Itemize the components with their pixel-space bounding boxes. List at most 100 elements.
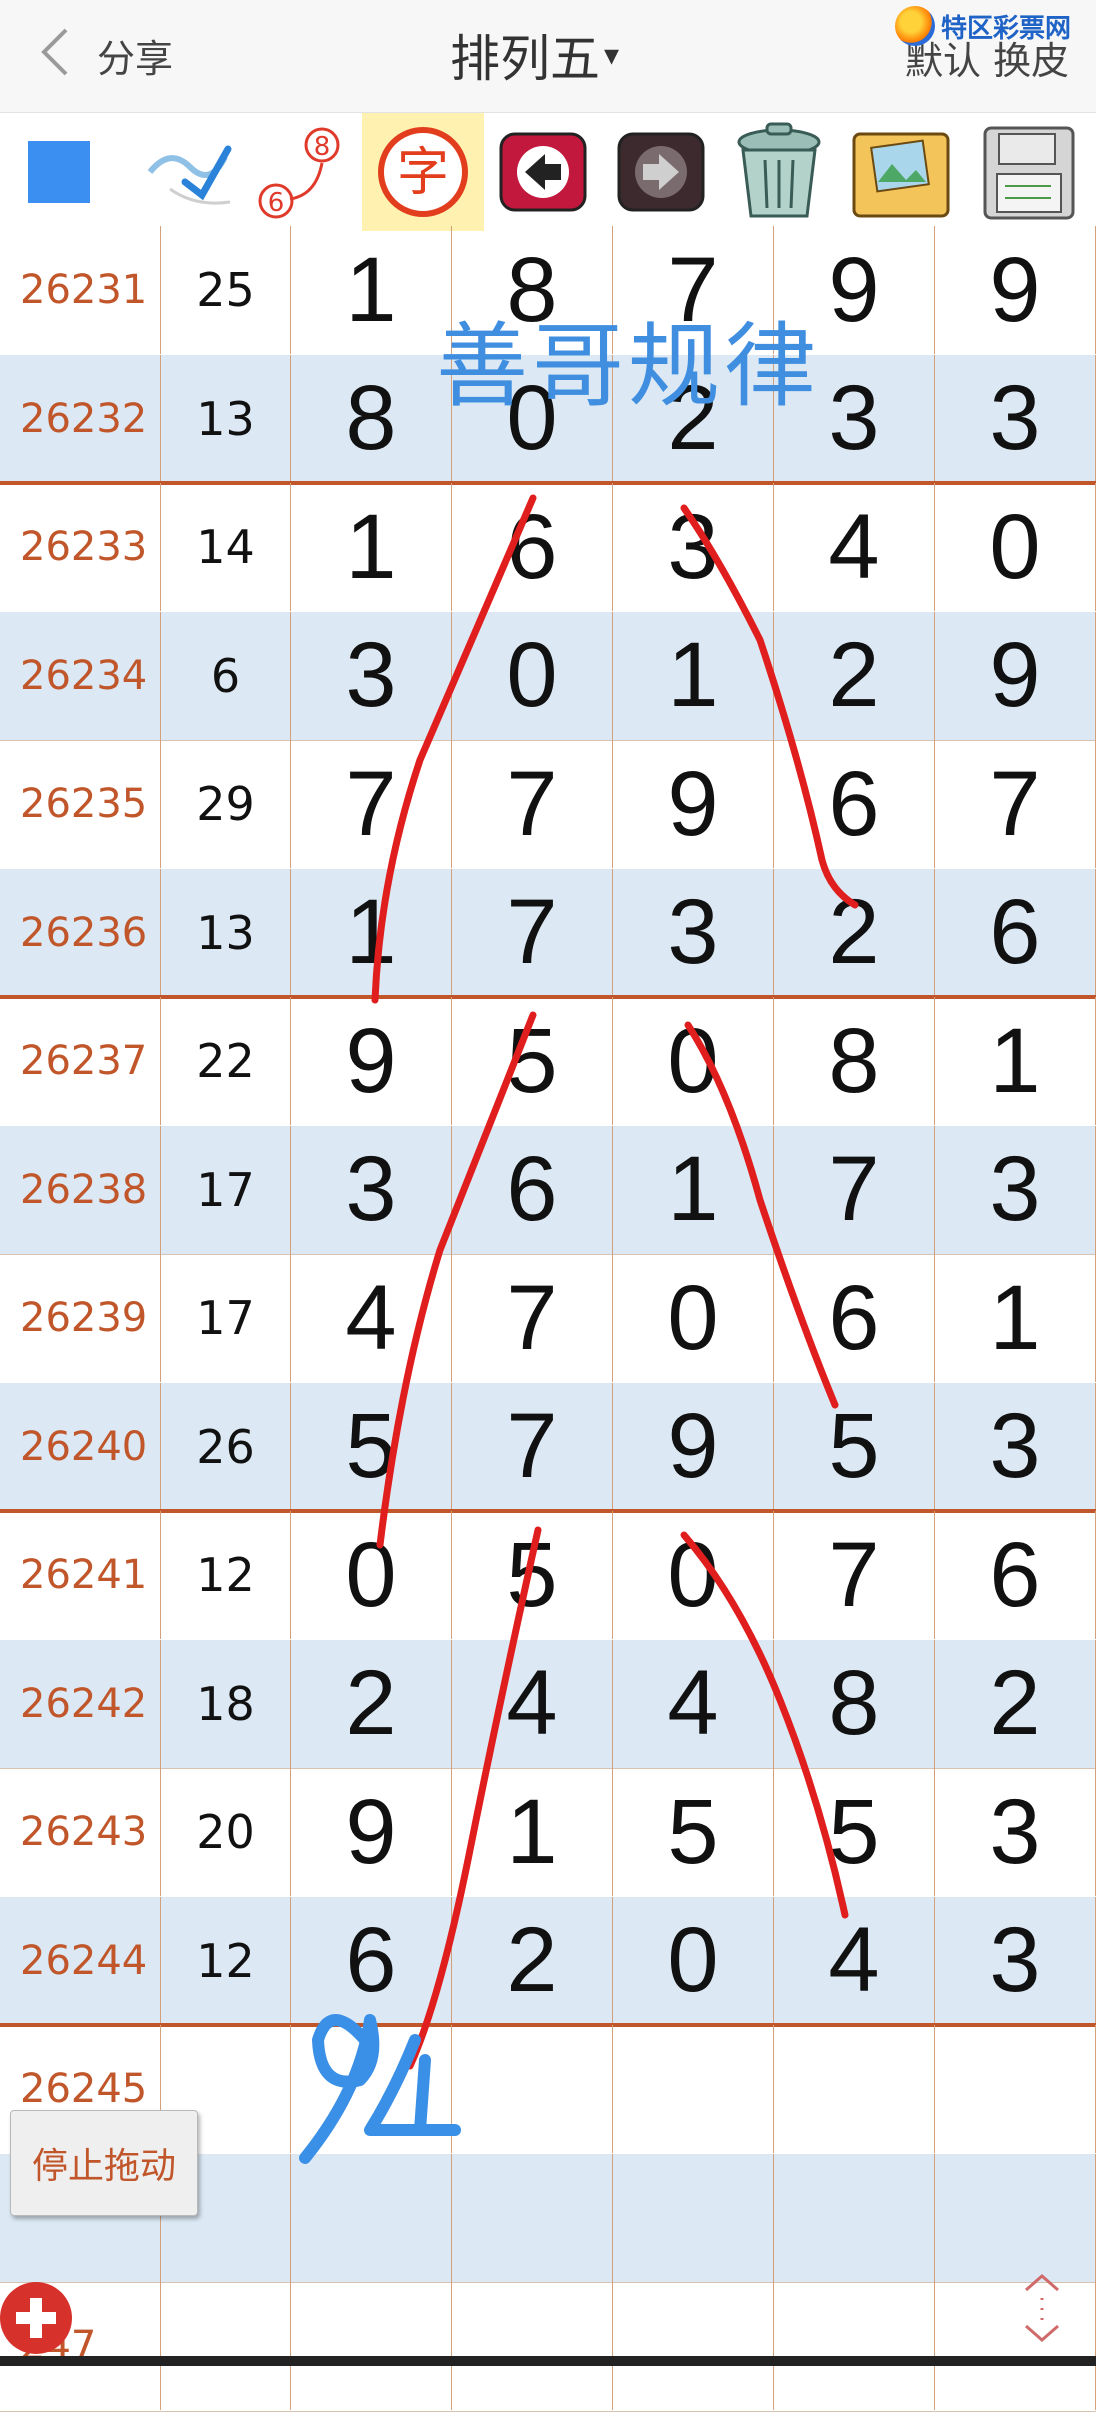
digit-cell[interactable]: 6 xyxy=(452,483,613,611)
back-icon[interactable] xyxy=(30,22,90,82)
digit-cell[interactable] xyxy=(613,2153,774,2282)
digit-cell[interactable]: 1 xyxy=(613,1125,774,1254)
digit-cell[interactable]: 5 xyxy=(774,1382,935,1511)
share-button[interactable]: 分享 xyxy=(97,28,173,83)
digit-cell[interactable]: 3 xyxy=(291,611,452,740)
digit-cell[interactable]: 7 xyxy=(935,740,1096,868)
pen-tool-icon[interactable] xyxy=(140,113,240,231)
digit-cell[interactable]: 9 xyxy=(935,226,1096,354)
digit-cell[interactable]: 9 xyxy=(613,1382,774,1511)
digit-cell[interactable]: 4 xyxy=(613,1639,774,1768)
digit-cell[interactable]: 5 xyxy=(613,1768,774,1896)
digit-cell[interactable]: 0 xyxy=(291,1511,452,1639)
digit-cell[interactable]: 1 xyxy=(291,483,452,611)
digit-cell[interactable]: 2 xyxy=(291,1639,452,1768)
digit-cell[interactable]: 6 xyxy=(935,868,1096,997)
digit-cell[interactable]: 9 xyxy=(291,997,452,1125)
digit-cell[interactable]: 7 xyxy=(774,1125,935,1254)
digit-cell[interactable]: 8 xyxy=(774,1639,935,1768)
digit-cell[interactable]: 5 xyxy=(291,1382,452,1511)
digit-cell[interactable] xyxy=(613,2025,774,2153)
digit-cell[interactable]: 1 xyxy=(613,611,774,740)
digit-cell[interactable]: 3 xyxy=(935,1768,1096,1896)
digit-cell[interactable]: 2 xyxy=(935,1639,1096,1768)
digit-cell[interactable]: 4 xyxy=(291,1254,452,1382)
redo-icon[interactable] xyxy=(610,113,712,231)
digit-cell[interactable] xyxy=(452,2153,613,2282)
digit-cell[interactable]: 7 xyxy=(452,868,613,997)
digit-cell[interactable]: 0 xyxy=(613,997,774,1125)
digit-cell[interactable]: 6 xyxy=(935,1511,1096,1639)
digit-cell[interactable] xyxy=(291,2025,452,2153)
digit-cell[interactable]: 3 xyxy=(613,868,774,997)
digit-cell[interactable] xyxy=(935,2025,1096,2153)
digit-cell[interactable]: 0 xyxy=(452,611,613,740)
digit-cell[interactable]: 0 xyxy=(935,483,1096,611)
digit-cell[interactable]: 7 xyxy=(452,1254,613,1382)
digit-cell[interactable] xyxy=(291,2153,452,2282)
digit-cell[interactable]: 1 xyxy=(291,226,452,354)
digit-cell[interactable] xyxy=(291,2282,452,2410)
issue-number: 26235 xyxy=(0,740,161,868)
digit-cell[interactable]: 2 xyxy=(774,868,935,997)
digit-cell[interactable]: 3 xyxy=(935,1896,1096,2025)
lottery-type-selector[interactable]: 排列五 ▾ xyxy=(450,20,619,90)
row-divider xyxy=(0,2410,1096,2412)
digit-cell[interactable]: 7 xyxy=(452,740,613,868)
digit-cell[interactable]: 7 xyxy=(452,1382,613,1511)
digit-cell[interactable]: 9 xyxy=(935,611,1096,740)
digit-cell[interactable] xyxy=(774,2025,935,2153)
digit-cell[interactable]: 0 xyxy=(613,1254,774,1382)
number-path-icon[interactable]: 8 6 xyxy=(252,113,352,231)
stop-drag-button[interactable]: 停止拖动 xyxy=(10,2110,198,2216)
digit-cell[interactable]: 0 xyxy=(613,1896,774,2025)
digit-cell[interactable]: 1 xyxy=(935,1254,1096,1382)
digit-cell[interactable]: 9 xyxy=(613,740,774,868)
sum-value: 25 xyxy=(161,226,291,354)
digit-cell[interactable]: 6 xyxy=(774,1254,935,1382)
digit-cell[interactable]: 8 xyxy=(774,997,935,1125)
image-icon[interactable] xyxy=(842,113,962,231)
color-picker-icon[interactable] xyxy=(18,113,100,231)
digit-cell[interactable]: 3 xyxy=(291,1125,452,1254)
digit-cell[interactable]: 5 xyxy=(452,997,613,1125)
add-icon[interactable] xyxy=(0,2282,72,2354)
scroll-updown-icon[interactable] xyxy=(1014,2268,1070,2348)
digit-cell[interactable]: 5 xyxy=(452,1511,613,1639)
digit-cell[interactable]: 6 xyxy=(452,1125,613,1254)
digit-cell[interactable] xyxy=(452,2025,613,2153)
digit-cell[interactable]: 0 xyxy=(613,1511,774,1639)
table-row: 247 xyxy=(0,2282,1096,2410)
digit-cell[interactable]: 5 xyxy=(774,1768,935,1896)
digit-cell[interactable] xyxy=(613,2282,774,2410)
digit-cell[interactable] xyxy=(774,2282,935,2410)
digit-cell[interactable]: 4 xyxy=(452,1639,613,1768)
digit-cell[interactable]: 3 xyxy=(935,354,1096,483)
digit-cell[interactable] xyxy=(935,2153,1096,2282)
digit-cell[interactable]: 3 xyxy=(935,1125,1096,1254)
save-icon[interactable] xyxy=(970,113,1088,231)
digit-cell[interactable]: 3 xyxy=(613,483,774,611)
digit-cell[interactable]: 7 xyxy=(291,740,452,868)
trash-icon[interactable] xyxy=(724,113,834,231)
digit-cell[interactable]: 9 xyxy=(291,1768,452,1896)
digit-cell[interactable]: 4 xyxy=(774,483,935,611)
digit-cell[interactable]: 7 xyxy=(774,1511,935,1639)
digit-cell[interactable] xyxy=(452,2282,613,2410)
digit-cell[interactable]: 4 xyxy=(774,1896,935,2025)
digit-cell[interactable]: 2 xyxy=(774,611,935,740)
digit-cell[interactable]: 2 xyxy=(452,1896,613,2025)
digit-cell[interactable]: 6 xyxy=(291,1896,452,2025)
table-row: 26243 20 9 1 5 5 3 xyxy=(0,1768,1096,1896)
badge-top-label: 8 xyxy=(314,132,331,162)
digit-cell[interactable] xyxy=(774,2153,935,2282)
text-tool-icon[interactable]: 字 xyxy=(362,113,484,231)
digit-cell[interactable]: 3 xyxy=(935,1382,1096,1511)
digit-cell[interactable]: 1 xyxy=(452,1768,613,1896)
drawing-toolbar: 8 6 字 xyxy=(0,113,1096,231)
digit-cell[interactable]: 6 xyxy=(774,740,935,868)
digit-cell[interactable]: 1 xyxy=(291,868,452,997)
digit-cell[interactable]: 8 xyxy=(291,354,452,483)
digit-cell[interactable]: 1 xyxy=(935,997,1096,1125)
undo-icon[interactable] xyxy=(492,113,594,231)
